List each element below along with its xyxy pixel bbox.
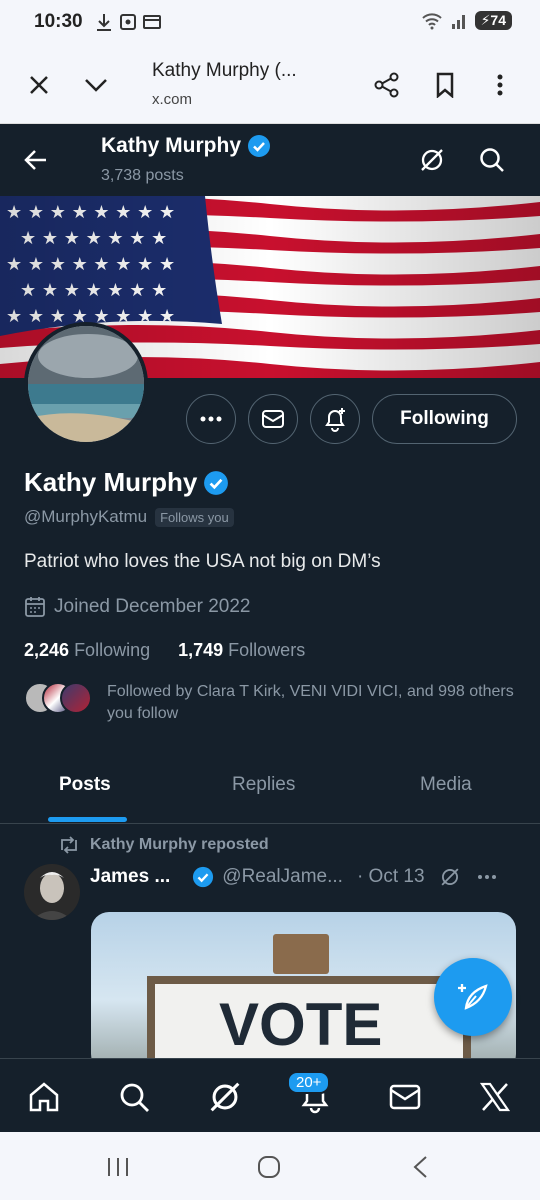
verified-badge-icon bbox=[204, 470, 229, 495]
bell-plus-icon bbox=[325, 408, 345, 432]
followed-by-text[interactable]: Followed by Clara T Kirk, VENI VIDI VICI… bbox=[107, 681, 527, 725]
following-button[interactable]: Following bbox=[372, 394, 517, 444]
more-options-button[interactable] bbox=[186, 394, 236, 444]
message-button[interactable] bbox=[248, 394, 298, 444]
grok-icon[interactable] bbox=[418, 146, 446, 179]
more-horizontal-icon bbox=[200, 416, 222, 422]
mail-icon bbox=[262, 410, 284, 428]
notifications-badge: 20+ bbox=[287, 1071, 331, 1094]
tweet-author-handle[interactable]: @RealJame... bbox=[222, 866, 343, 888]
vote-sign-text: VOTE bbox=[219, 991, 383, 1058]
signal-icon bbox=[451, 14, 465, 29]
active-tab-indicator bbox=[48, 817, 127, 822]
more-horizontal-icon[interactable] bbox=[477, 874, 497, 880]
notify-button[interactable] bbox=[310, 394, 360, 444]
chevron-down-icon[interactable] bbox=[79, 68, 113, 102]
browser-page-title[interactable]: Kathy Murphy (... bbox=[152, 60, 297, 82]
joined-date: Joined December 2022 bbox=[54, 596, 251, 617]
browser-url[interactable]: x.com bbox=[152, 91, 192, 108]
status-time: 10:30 bbox=[34, 11, 83, 32]
back-arrow-icon[interactable] bbox=[22, 146, 50, 179]
tweet-date[interactable]: · Oct 13 bbox=[357, 866, 425, 888]
download-icon bbox=[97, 14, 111, 31]
profile-avatar[interactable] bbox=[24, 322, 148, 446]
search-icon[interactable] bbox=[478, 146, 506, 179]
recent-apps-icon[interactable] bbox=[106, 1154, 130, 1180]
more-vertical-icon[interactable] bbox=[483, 68, 517, 102]
wifi-icon bbox=[421, 12, 442, 29]
header-post-count: 3,738 posts bbox=[101, 167, 184, 184]
calendar-icon bbox=[25, 597, 45, 617]
android-navigation-bar bbox=[0, 1132, 540, 1200]
bookmark-icon[interactable] bbox=[428, 68, 462, 102]
profile-header: Kathy Murphy 3,738 posts bbox=[0, 124, 540, 196]
grok-icon[interactable] bbox=[205, 1077, 245, 1117]
browser-bar: Kathy Murphy (... x.com bbox=[0, 46, 540, 124]
tab-posts[interactable]: Posts bbox=[59, 774, 111, 796]
grok-icon[interactable] bbox=[439, 866, 461, 888]
profile-handle: @MurphyKatmu bbox=[24, 507, 148, 526]
tab-media[interactable]: Media bbox=[420, 774, 472, 796]
profile-bio: Patriot who loves the USA not big on DM’… bbox=[24, 551, 381, 572]
tweet-author-name[interactable]: James ... bbox=[90, 866, 170, 888]
follows-you-badge: Follows you bbox=[155, 507, 234, 527]
share-icon[interactable] bbox=[370, 68, 404, 102]
repost-label: Kathy Murphy reposted bbox=[90, 836, 269, 853]
x-logo-icon[interactable] bbox=[475, 1077, 515, 1117]
screenshot-icon bbox=[120, 14, 136, 30]
verified-badge-icon bbox=[248, 135, 271, 157]
home-circle-icon[interactable] bbox=[256, 1154, 282, 1180]
tab-replies[interactable]: Replies bbox=[232, 774, 295, 796]
screen: 10:30 ⚡74 Kathy Murphy (... x.com Kathy … bbox=[0, 0, 540, 1200]
search-icon[interactable] bbox=[114, 1077, 154, 1117]
back-icon[interactable] bbox=[408, 1154, 432, 1180]
profile-name: Kathy Murphy bbox=[24, 467, 198, 497]
compose-feather-icon bbox=[458, 984, 488, 1010]
close-icon[interactable] bbox=[22, 68, 56, 102]
repost-icon bbox=[61, 836, 77, 854]
bottom-navigation: 20+ bbox=[0, 1058, 540, 1132]
header-name: Kathy Murphy bbox=[101, 134, 242, 157]
battery-indicator: ⚡74 bbox=[474, 11, 512, 30]
following-stat[interactable]: 2,246 Following bbox=[24, 640, 150, 661]
messages-icon[interactable] bbox=[385, 1077, 425, 1117]
profile-tabs: Posts Replies Media bbox=[0, 750, 540, 824]
status-bar: 10:30 ⚡74 bbox=[0, 0, 540, 46]
verified-badge-icon bbox=[193, 866, 214, 888]
compose-post-button[interactable] bbox=[434, 958, 512, 1036]
cast-icon bbox=[143, 15, 161, 29]
followed-by-avatars[interactable] bbox=[24, 682, 94, 716]
follower-avatar bbox=[60, 682, 92, 714]
home-icon[interactable] bbox=[24, 1077, 64, 1117]
tweet-author-avatar[interactable] bbox=[24, 864, 80, 920]
followers-stat[interactable]: 1,749 Followers bbox=[178, 640, 305, 661]
